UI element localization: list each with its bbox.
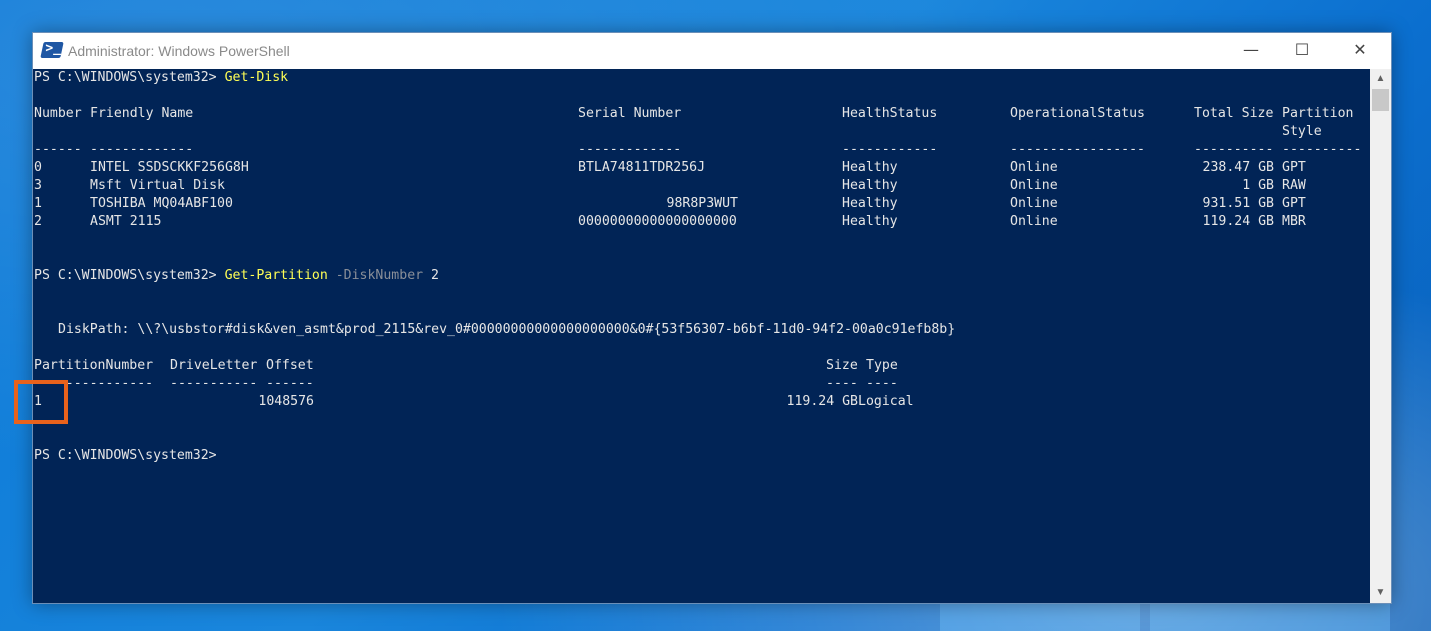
disk-friendly-name: ASMT 2115 — [90, 214, 162, 229]
disk-number: 0 — [34, 160, 42, 175]
disk-header-row: Number Friendly Name Serial Number Healt… — [34, 105, 1364, 123]
window-title: Administrator: Windows PowerShell — [68, 43, 290, 59]
disk-partition-style: GPT — [1282, 196, 1306, 211]
disk-health: Healthy — [842, 178, 898, 193]
disk-serial: 98R8P3WUT — [666, 196, 738, 211]
partition-size: 119.24 GB — [786, 394, 858, 409]
prompt-line: PS C:\WINDOWS\system32> Get-Disk — [34, 69, 288, 87]
scroll-down-icon[interactable]: ▼ — [1370, 583, 1391, 603]
prompt-line[interactable]: PS C:\WINDOWS\system32> — [34, 447, 217, 465]
powershell-icon: >_ — [40, 41, 64, 58]
disk-total-size: 931.51 GB — [1202, 196, 1274, 211]
close-button[interactable]: ✕ — [1332, 33, 1388, 69]
prompt: PS C:\WINDOWS\system32> — [34, 268, 225, 283]
disk-total-size: 119.24 GB — [1202, 214, 1274, 229]
partition-header-row: PartitionNumber DriveLetter Offset Size … — [34, 357, 1034, 375]
command: Get-Partition — [224, 268, 328, 283]
col-number: Number — [34, 106, 82, 121]
disk-path: DiskPath: \\?\usbstor#disk&ven_asmt&prod… — [58, 322, 956, 337]
dash: ------ — [266, 376, 314, 391]
powershell-window[interactable]: >_ Administrator: Windows PowerShell — ☐… — [32, 32, 1392, 604]
disk-row: 1 TOSHIBA MQ04ABF100 98R8P3WUT Healthy O… — [34, 195, 1364, 213]
command: Get-Disk — [224, 70, 289, 85]
disk-operational: Online — [1010, 196, 1058, 211]
dash: ---- — [826, 376, 858, 391]
disk-friendly-name: TOSHIBA MQ04ABF100 — [90, 196, 233, 211]
partition-offset: 1048576 — [258, 394, 314, 409]
dash: ------------- — [578, 142, 682, 157]
prompt: PS C:\WINDOWS\system32> — [34, 70, 225, 85]
col-friendly-name: Friendly Name — [90, 106, 194, 121]
disk-friendly-name: Msft Virtual Disk — [90, 178, 225, 193]
col-partition-style: Style — [1282, 124, 1322, 139]
disk-health: Healthy — [842, 214, 898, 229]
console-output[interactable]: PS C:\WINDOWS\system32> Get-Disk Number … — [33, 69, 1369, 603]
col-drive-letter: DriveLetter — [170, 358, 258, 373]
argument: 2 — [431, 268, 439, 283]
disk-header-row-2: Style — [34, 123, 1364, 141]
disk-partition-style: RAW — [1282, 178, 1306, 193]
col-serial-number: Serial Number — [578, 106, 682, 121]
disk-partition-style: GPT — [1282, 160, 1306, 175]
disk-row: 2 ASMT 2115 00000000000000000000 Healthy… — [34, 213, 1364, 231]
dash: ---- — [866, 376, 898, 391]
title-bar[interactable]: >_ Administrator: Windows PowerShell — ☐… — [33, 33, 1391, 69]
col-type: Type — [866, 358, 898, 373]
scroll-thumb[interactable] — [1372, 89, 1389, 111]
vertical-scrollbar[interactable]: ▲ ▼ — [1370, 69, 1391, 603]
dash: ---------- — [1282, 142, 1362, 157]
col-offset: Offset — [266, 358, 314, 373]
minimize-button[interactable]: — — [1223, 33, 1279, 69]
prompt-line: PS C:\WINDOWS\system32> Get-Partition -D… — [34, 267, 439, 285]
dash: ------------- — [90, 142, 194, 157]
disk-number: 2 — [34, 214, 42, 229]
disk-total-size: 1 GB — [1242, 178, 1274, 193]
dash: ------------ — [842, 142, 938, 157]
windows-logo-pane — [940, 604, 1140, 631]
dash: ----------------- — [1010, 142, 1145, 157]
disk-dash-row: ------ ------------- ------------- -----… — [34, 141, 1364, 159]
disk-operational: Online — [1010, 160, 1058, 175]
col-size: Size — [826, 358, 858, 373]
partition-type: Logical — [858, 394, 914, 409]
disk-total-size: 238.47 GB — [1202, 160, 1274, 175]
partition-number-highlight — [14, 380, 68, 424]
dash: ---------- — [1194, 142, 1274, 157]
disk-operational: Online — [1010, 214, 1058, 229]
disk-number: 3 — [34, 178, 42, 193]
col-partition-number: PartitionNumber — [34, 358, 154, 373]
disk-row: 3 Msft Virtual Disk Healthy Online 1 GB … — [34, 177, 1364, 195]
dash: ----------- — [170, 376, 258, 391]
dash: ------ — [34, 142, 82, 157]
col-operational-status: OperationalStatus — [1010, 106, 1145, 121]
disk-serial: 00000000000000000000 — [578, 214, 737, 229]
scroll-up-icon[interactable]: ▲ — [1370, 69, 1391, 89]
partition-dash-row: --------------- ----------- ------ ---- … — [34, 375, 1034, 393]
maximize-button[interactable]: ☐ — [1274, 33, 1330, 69]
partition-row: 1 1048576 119.24 GB Logical — [34, 393, 1034, 411]
col-health-status: HealthStatus — [842, 106, 938, 121]
disk-friendly-name: INTEL SSDSCKKF256G8H — [90, 160, 249, 175]
disk-health: Healthy — [842, 196, 898, 211]
disk-row: 0 INTEL SSDSCKKF256G8H BTLA74811TDR256J … — [34, 159, 1364, 177]
parameter: -DiskNumber — [335, 268, 424, 283]
disk-partition-style: MBR — [1282, 214, 1306, 229]
disk-number: 1 — [34, 196, 42, 211]
col-total-size: Total Size — [1194, 106, 1274, 121]
disk-health: Healthy — [842, 160, 898, 175]
prompt: PS C:\WINDOWS\system32> — [34, 448, 217, 463]
col-partition: Partition — [1282, 106, 1354, 121]
disk-operational: Online — [1010, 178, 1058, 193]
disk-serial: BTLA74811TDR256J — [578, 160, 706, 175]
